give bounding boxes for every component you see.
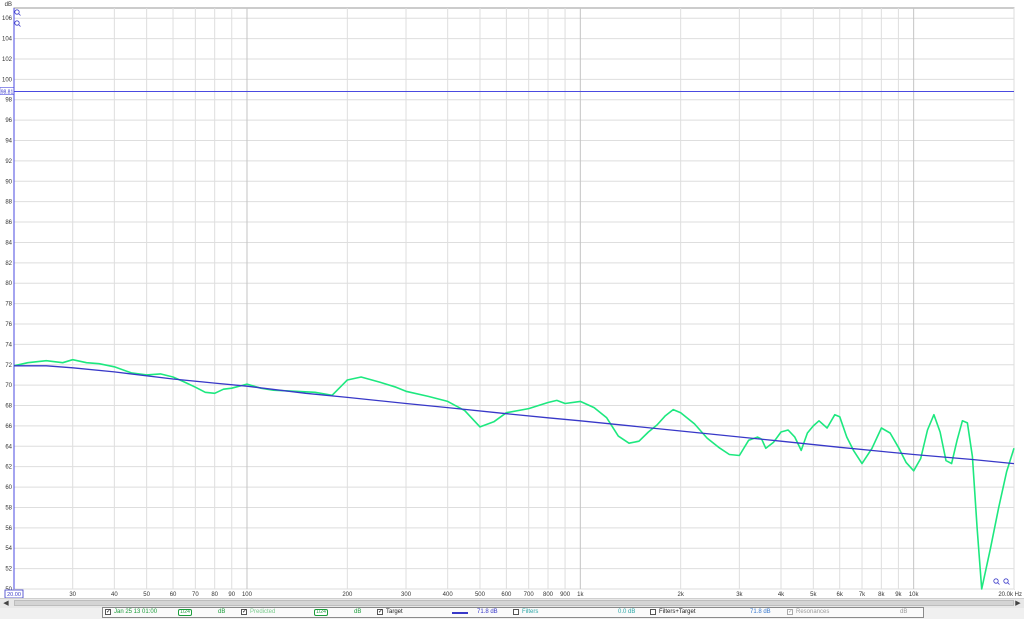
predicted-value: dB <box>354 609 362 615</box>
resonances-checkbox[interactable]: ✓ <box>787 609 793 615</box>
measurement-checkbox[interactable]: ✓ <box>105 609 111 615</box>
y-tick-label: 66 <box>5 424 12 430</box>
filters-label: Filters <box>522 609 539 615</box>
measurement-smoothing-button[interactable]: 1/24 <box>178 609 192 616</box>
legend-bar: ✓ Jan 25 13 01:00 1/24 dB ✓ Predicted 1/… <box>102 607 924 618</box>
filters-checkbox[interactable] <box>513 609 519 615</box>
y-tick-label: 56 <box>5 526 12 532</box>
predicted-label: Predicted <box>250 609 276 615</box>
y-tick-label: 86 <box>5 220 12 226</box>
scroll-left-arrow-icon[interactable]: ◀ <box>1 600 11 607</box>
resonances-label: Resonances <box>796 609 830 615</box>
y-tick-label: 58 <box>5 505 12 511</box>
predicted-checkbox[interactable]: ✓ <box>241 609 247 615</box>
y-tick-label: 76 <box>5 322 12 328</box>
legend-item-filters-target[interactable]: Filters+Target 71.8 dB <box>650 608 785 617</box>
y-tick-label: 74 <box>5 342 12 348</box>
y-tick-label: 90 <box>5 179 12 185</box>
predicted-smoothing-button[interactable]: 1/24 <box>314 609 328 616</box>
y-tick-label: 80 <box>5 281 12 287</box>
y-tick-label: 106 <box>2 16 13 22</box>
y-tick-label: 102 <box>2 57 13 63</box>
y-tick-label: 60 <box>5 485 12 491</box>
y-tick-label: 62 <box>5 465 12 471</box>
filters-target-label: Filters+Target <box>659 609 696 615</box>
y-tick-label: 100 <box>2 77 13 83</box>
y-tick-label: 68 <box>5 404 12 410</box>
filters-target-checkbox[interactable] <box>650 609 656 615</box>
plot-frame <box>13 7 1015 590</box>
legend-item-measurement[interactable]: ✓ Jan 25 13 01:00 1/24 dB <box>105 608 240 617</box>
legend-item-target[interactable]: ✓ Target 71.8 dB <box>377 608 512 617</box>
measurement-label: Jan 25 13 01:00 <box>114 609 158 615</box>
y-tick-label: 104 <box>2 37 13 43</box>
y-tick-label: 54 <box>5 546 12 552</box>
y-unit-label: dB <box>5 2 12 8</box>
filters-target-value: 71.8 dB <box>750 609 771 615</box>
target-color-swatch <box>452 612 468 614</box>
legend-item-resonances[interactable]: ✓ Resonances dB <box>787 608 921 617</box>
legend-item-predicted[interactable]: ✓ Predicted 1/24 dB <box>241 608 376 617</box>
y-tick-label: 64 <box>5 444 12 450</box>
scroll-right-arrow-icon[interactable]: ▶ <box>1013 600 1023 607</box>
filters-value: 0.0 dB <box>618 609 636 615</box>
frequency-response-plot[interactable]: 5052545658606264666870727476788082848688… <box>0 0 1024 600</box>
scrollbar-thumb[interactable] <box>14 600 1014 606</box>
y-tick-label: 78 <box>5 302 12 308</box>
y-tick-label: 84 <box>5 240 12 246</box>
y-tick-label: 82 <box>5 261 12 267</box>
level-marker-label: 98.81 <box>1 89 14 95</box>
y-tick-label: 96 <box>5 118 12 124</box>
plot-canvas[interactable]: 5052545658606264666870727476788082848688… <box>0 0 1024 600</box>
target-value: 71.8 dB <box>477 609 498 615</box>
y-tick-label: 94 <box>5 139 12 145</box>
legend-item-filters[interactable]: Filters 0.0 dB <box>513 608 648 617</box>
target-label: Target <box>386 609 403 615</box>
y-tick-label: 52 <box>5 567 12 573</box>
measurement-value: dB <box>218 609 226 615</box>
resonances-value: dB <box>900 609 908 615</box>
y-tick-label: 70 <box>5 383 12 389</box>
target-checkbox[interactable]: ✓ <box>377 609 383 615</box>
y-tick-label: 92 <box>5 159 12 165</box>
y-tick-label: 72 <box>5 363 12 369</box>
y-tick-label: 88 <box>5 200 12 206</box>
y-tick-label: 98 <box>5 98 12 104</box>
